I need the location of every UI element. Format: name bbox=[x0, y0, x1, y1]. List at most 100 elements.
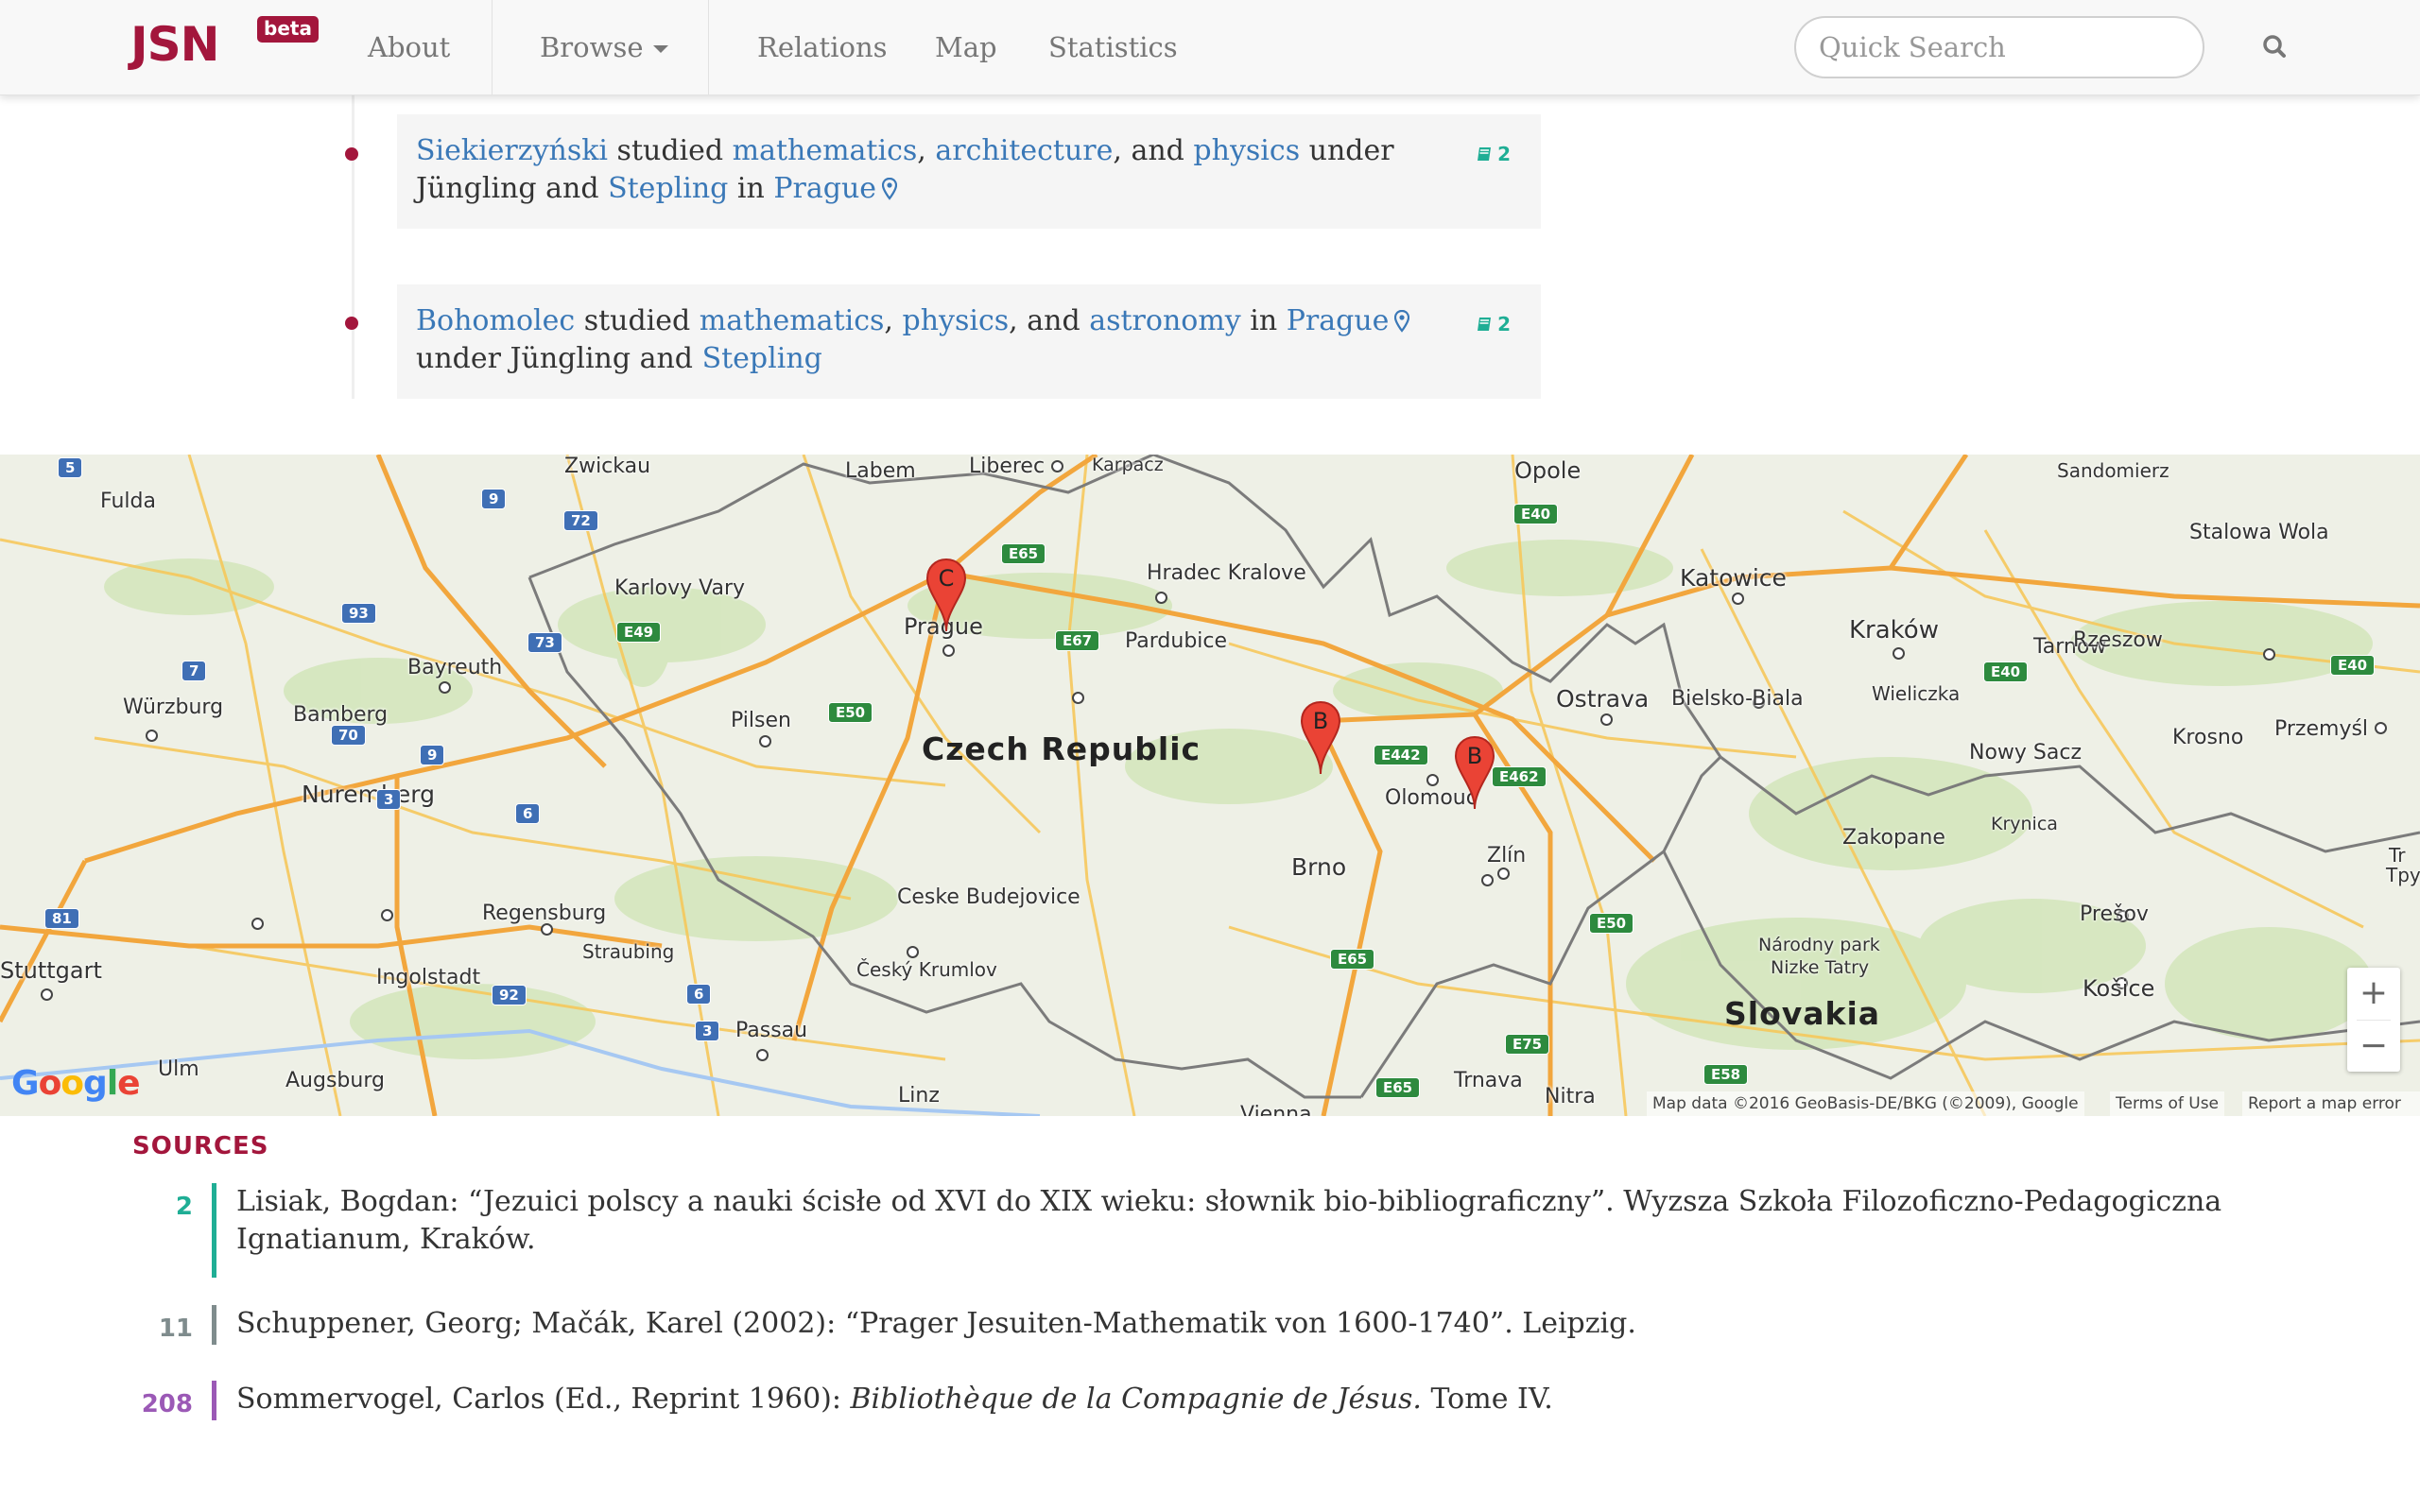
map-city-label: Тру bbox=[2386, 864, 2420, 886]
source-color-bar bbox=[212, 1305, 216, 1345]
map-city-dot bbox=[1893, 647, 1905, 660]
event-text: , and bbox=[1113, 134, 1194, 167]
person-link[interactable]: Stepling bbox=[702, 342, 822, 375]
map-data-attribution: Map data ©2016 GeoBasis-DE/BKG (©2009), … bbox=[1647, 1091, 2084, 1116]
map-city-label: Augsburg bbox=[285, 1069, 385, 1092]
nav-statistics[interactable]: Statistics bbox=[1048, 0, 1178, 94]
event-text: in bbox=[1240, 304, 1287, 337]
map-city-label: Bielsko-Biala bbox=[1671, 687, 1804, 711]
event-text: in bbox=[728, 172, 774, 205]
zoom-in-button[interactable]: + bbox=[2347, 968, 2400, 1019]
marker-letter: B bbox=[1312, 708, 1329, 734]
source-color-bar bbox=[212, 1183, 216, 1278]
subject-link[interactable]: physics bbox=[1193, 134, 1300, 167]
source-color-bar bbox=[212, 1381, 216, 1420]
source-text: Lisiak, Bogdan: “Jezuici polscy a nauki … bbox=[236, 1185, 2222, 1256]
zoom-controls: + − bbox=[2347, 968, 2400, 1072]
source-badge[interactable]: 2 bbox=[1477, 135, 1511, 173]
subject-link[interactable]: mathematics bbox=[700, 304, 885, 337]
map-road-shield: E65 bbox=[1330, 949, 1375, 970]
source-count: 2 bbox=[1497, 143, 1511, 165]
map-marker-pin[interactable]: C bbox=[925, 558, 967, 633]
map-road-shield: 7 bbox=[182, 661, 207, 681]
map-city-label: Krynica bbox=[1991, 814, 2058, 834]
marker-letter: B bbox=[1466, 743, 1483, 769]
source-count: 2 bbox=[1497, 313, 1511, 335]
map-road-shield: E462 bbox=[1492, 766, 1547, 787]
person-link[interactable]: Bohomolec bbox=[416, 304, 575, 337]
map-city-dot bbox=[251, 918, 264, 930]
map-city-label: Prešov bbox=[2080, 902, 2149, 926]
subject-link[interactable]: astronomy bbox=[1089, 304, 1241, 337]
place-link[interactable]: Prague bbox=[1287, 304, 1390, 337]
map-road-shield: 3 bbox=[376, 789, 402, 810]
map-city-dot bbox=[1732, 593, 1744, 605]
map-city-label: Ostrava bbox=[1556, 685, 1650, 713]
book-icon bbox=[1478, 147, 1492, 161]
map-road-shield: 81 bbox=[44, 908, 79, 929]
nav-browse-label: Browse bbox=[540, 31, 644, 63]
map-city-label: Pilsen bbox=[731, 709, 791, 732]
nav-browse-dropdown[interactable]: Browse bbox=[540, 0, 668, 94]
map-road-shield: E40 bbox=[1513, 504, 1559, 524]
terms-of-use-link[interactable]: Terms of Use bbox=[2110, 1091, 2225, 1116]
map-road-shield: 3 bbox=[695, 1021, 720, 1041]
subject-link[interactable]: mathematics bbox=[733, 134, 918, 167]
source-badge[interactable]: 2 bbox=[1477, 305, 1511, 343]
map-city-label: Straubing bbox=[582, 940, 675, 963]
map-marker-pin[interactable]: B bbox=[1454, 735, 1495, 811]
map-road-shield: E67 bbox=[1055, 630, 1100, 651]
nav-relations[interactable]: Relations bbox=[757, 0, 888, 94]
map-city-dot bbox=[1481, 874, 1494, 886]
nav-about[interactable]: About bbox=[368, 0, 450, 94]
brand-logo[interactable]: JSN bbox=[130, 17, 219, 72]
map-city-dot bbox=[1497, 868, 1510, 880]
navbar: JSN beta About Browse Relations Map Stat… bbox=[0, 0, 2420, 95]
map-city-dot bbox=[1155, 592, 1167, 604]
map-city-label: Národny park bbox=[1758, 935, 1880, 955]
timeline-event: Siekierzyński studied mathematics, archi… bbox=[397, 114, 1541, 229]
map-road-shield: E50 bbox=[1589, 913, 1634, 934]
map-marker-pin[interactable]: B bbox=[1300, 700, 1341, 776]
nav-divider bbox=[492, 0, 493, 94]
person-link[interactable]: Stepling bbox=[608, 172, 728, 205]
subject-link[interactable]: architecture bbox=[935, 134, 1113, 167]
zoom-out-button[interactable]: − bbox=[2347, 1021, 2400, 1072]
map-marker-icon[interactable] bbox=[882, 178, 898, 200]
quick-search-input[interactable] bbox=[1794, 16, 2204, 78]
nav-map[interactable]: Map bbox=[935, 0, 997, 94]
map[interactable]: Czech Republic Slovakia Zwickau Labem Libe… bbox=[0, 455, 2420, 1116]
map-city-label: Nowy Sacz bbox=[1969, 741, 2083, 765]
place-link[interactable]: Prague bbox=[773, 172, 876, 205]
source-number: 2 bbox=[175, 1193, 193, 1221]
caret-down-icon bbox=[652, 45, 668, 53]
source-text: Schuppener, Georg; Mačák, Karel (2002): … bbox=[236, 1307, 1636, 1340]
timeline-event: Bohomolec studied mathematics, physics, … bbox=[397, 284, 1541, 399]
person-link[interactable]: Siekierzyński bbox=[416, 134, 608, 167]
map-city-label: Košice bbox=[2083, 975, 2155, 1002]
map-city-label: Nizke Tatry bbox=[1771, 957, 1870, 978]
report-map-error-link[interactable]: Report a map error bbox=[2242, 1091, 2420, 1116]
search-button[interactable] bbox=[2255, 26, 2296, 68]
source-number: 208 bbox=[141, 1390, 193, 1418]
map-road-shield: E75 bbox=[1505, 1034, 1550, 1055]
map-city-dot bbox=[1072, 692, 1084, 704]
map-city-label: Stalowa Wola bbox=[2189, 521, 2329, 544]
subject-link[interactable]: physics bbox=[903, 304, 1010, 337]
map-road-shield: E40 bbox=[2330, 655, 2376, 676]
source-text-part: Sommervogel, Carlos (Ed., Reprint 1960): bbox=[236, 1383, 851, 1416]
map-city-label: Brno bbox=[1291, 853, 1347, 881]
map-road-shield: 6 bbox=[686, 984, 712, 1005]
map-city-label: Rzeszow bbox=[2073, 628, 2163, 652]
book-icon bbox=[1478, 318, 1492, 331]
map-city-label: Ulm bbox=[158, 1057, 199, 1081]
map-city-label: Zwickau bbox=[564, 455, 651, 478]
map-city-label: Karpacz bbox=[1092, 455, 1164, 475]
map-marker-icon[interactable] bbox=[1394, 310, 1410, 333]
map-city-dot bbox=[1051, 460, 1063, 472]
map-road-shield: E442 bbox=[1374, 745, 1428, 765]
map-road-shield: E40 bbox=[1983, 662, 2029, 682]
map-city-label: Przemyśl bbox=[2274, 717, 2369, 741]
map-road-shield: 70 bbox=[331, 725, 366, 746]
timeline-dot bbox=[345, 147, 358, 161]
